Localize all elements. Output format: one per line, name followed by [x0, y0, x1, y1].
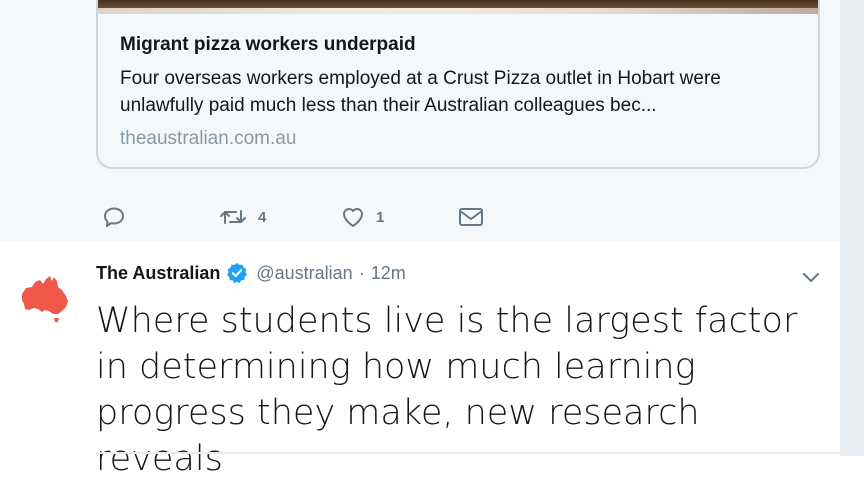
reply-icon [104, 207, 124, 227]
retweet-icon [220, 210, 246, 224]
account-screen-name[interactable]: @australian [256, 263, 352, 284]
reply-button[interactable] [102, 203, 126, 231]
chevron-down-icon[interactable] [800, 266, 822, 288]
verified-badge-icon [226, 262, 248, 284]
retweet-button[interactable]: 4 [218, 203, 266, 231]
card-image-plate [98, 8, 818, 14]
link-card[interactable]: Migrant pizza workers underpaid Four ove… [96, 0, 820, 169]
card-image[interactable] [98, 0, 818, 14]
card-description: Four overseas workers employed at a Crus… [120, 68, 721, 116]
previous-tweet: Migrant pizza workers underpaid Four ove… [0, 0, 864, 242]
card-domain: theaustralian.com.au [120, 128, 297, 149]
retweet-count: 4 [258, 208, 267, 226]
header-separator: · [358, 262, 365, 283]
australia-map-logo[interactable] [16, 268, 74, 326]
right-gutter [840, 0, 864, 456]
tweet-actions: 4 1 [100, 203, 520, 231]
direct-message-button[interactable] [458, 203, 484, 231]
tweet-text: Where students live is the largest facto… [96, 301, 798, 479]
heart-icon [343, 208, 363, 227]
tweet[interactable]: The Australian @australian · 12m Where s… [0, 242, 840, 479]
tweet-timestamp[interactable]: 12m [371, 263, 406, 284]
card-title[interactable]: Migrant pizza workers underpaid [120, 34, 416, 56]
account-fullname[interactable]: The Australian [96, 263, 220, 284]
envelope-icon [459, 208, 483, 226]
like-count: 1 [376, 208, 385, 226]
tweet-divider [96, 452, 840, 454]
like-button[interactable]: 1 [340, 203, 384, 231]
tweet-header: The Australian @australian · 12m [96, 260, 406, 286]
